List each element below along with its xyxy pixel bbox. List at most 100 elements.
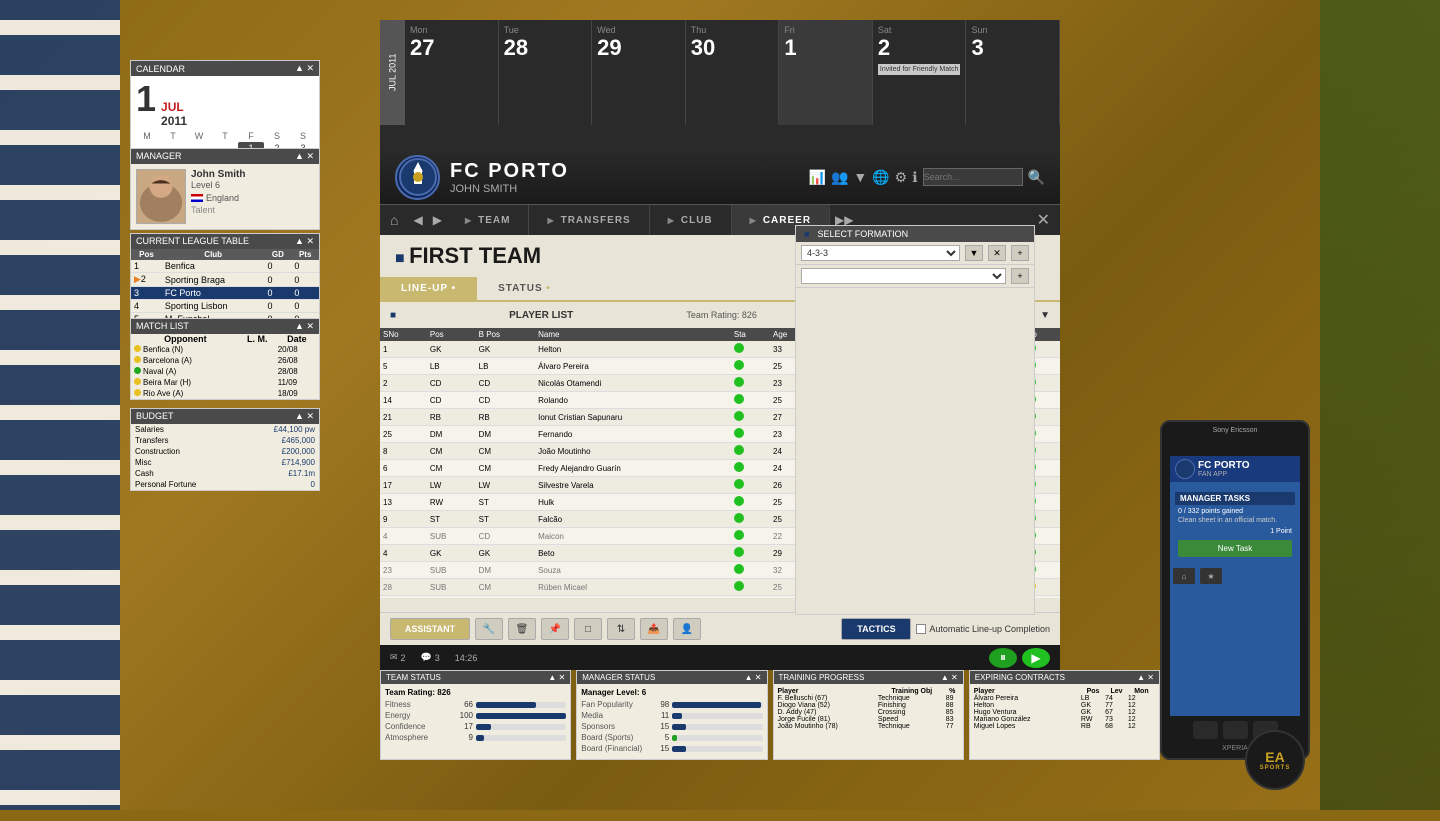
league-header: CURRENT LEAGUE TABLE ▲ ✕ [131,234,319,249]
league-table: PosClubGDPts 1Benfica00 ▶2Sporting Braga… [131,249,319,326]
formation-select: 4-3-3 ▼ ✕ + [796,242,1034,265]
search-icon[interactable]: 🔍 [1028,169,1045,186]
calendar-title: CALENDAR [136,64,185,74]
phone-screen: FC PORTO FAN APP MANAGER TASKS 0 / 332 p… [1170,456,1300,716]
month-label: JUL 2011 [380,20,405,125]
manager-info: John Smith Level 6 England Talent [191,169,314,224]
pause-button[interactable]: ⏸ [989,648,1017,668]
league-title: CURRENT LEAGUE TABLE [136,236,249,247]
phone-brand-top: Sony Ericsson [1162,422,1308,436]
media-row: Media 11 [581,711,762,720]
next-button[interactable]: ▶ [428,213,447,227]
settings-icon[interactable]: ⚙ [895,169,908,186]
fan-popularity-row: Fan Popularity 98 [581,700,762,709]
tab-transfers[interactable]: TRANSFERS [529,205,649,235]
table-row-porto: 3FC Porto00 [131,287,319,300]
calendar-controls: ▲ ✕ [295,63,314,74]
formation-btn-1[interactable]: ▼ [965,245,983,261]
phone-home-btn[interactable] [1223,721,1248,739]
tactics-button[interactable]: TACTICS [841,618,911,640]
phone-new-task-button[interactable]: New Task [1178,540,1292,557]
manager-status-panel: MANAGER STATUS ▲ ✕ Manager Level: 6 Fan … [576,670,767,760]
tab-club[interactable]: CLUB [650,205,732,235]
phone-nav-icons: ⌂ ★ [1170,565,1300,587]
club-name: FC PORTO [450,160,569,183]
squad-icon[interactable]: 👥 [831,169,848,186]
tab-team[interactable]: TEAM [447,205,530,235]
table-row: Misc£714,900 [131,457,319,468]
auto-lineup-checkbox[interactable]: Automatic Line-up Completion [916,624,1050,634]
checkbox[interactable] [916,624,926,634]
status-dot [134,345,141,352]
table-row: Transfers£465,000 [131,435,319,446]
team-status-header: TEAM STATUS ▲ ✕ [381,671,570,684]
info-icon[interactable]: ℹ [912,169,917,186]
mail-count: 2 [401,653,406,663]
club-search-input[interactable] [923,168,1023,186]
table-row: Miguel LopesRB6812 [974,723,1155,730]
trash-button[interactable]: 🗑 [508,618,536,640]
formation-dropdown[interactable]: 4-3-3 [801,245,960,261]
status-dot [134,356,141,363]
board-sports-bar [672,735,677,741]
mail-status: ✉ 2 [390,652,406,663]
pin-button[interactable]: 📌 [541,618,569,640]
table-row: Construction£200,000 [131,446,319,457]
formation-btn-3[interactable]: + [1011,245,1029,261]
week-day-wed: Wed 29 [592,20,686,125]
home-button[interactable]: ⌂ [380,212,408,228]
dropdown-arrow[interactable]: ▼ [1040,310,1050,321]
table-row: F. Belluschi (67)Technique89 [778,695,959,702]
calendar-day: 1 [136,81,156,117]
prev-button[interactable]: ◀ [408,213,427,227]
formation-btn-2[interactable]: ✕ [988,245,1006,261]
chart-icon[interactable]: 📊 [809,169,826,186]
calendar-year: 2011 [161,114,187,128]
week-day-tue: Tue 28 [499,20,593,125]
table-row: 4Sporting Lisbon00 [131,300,319,313]
phone-home-icon[interactable]: ⌂ [1173,568,1195,584]
tab-lineup[interactable]: LINE-UP [380,277,477,300]
export-button[interactable]: 📤 [640,618,668,640]
scarf-decoration [0,0,120,810]
training-panel: TRAINING PROGRESS ▲ ✕ PlayerTraining Obj… [773,670,964,760]
training-content: PlayerTraining Obj% F. Belluschi (67)Tec… [774,684,963,734]
confidence-bar [476,724,491,730]
bottom-panels: TEAM STATUS ▲ ✕ Team Rating: 826 Fitness… [380,670,1160,760]
league-widget: CURRENT LEAGUE TABLE ▲ ✕ PosClubGDPts 1B… [130,233,320,327]
table-row: Naval (A) 28/08 [131,366,319,377]
team-rating: Team Rating: 826 [686,310,757,320]
board-financial-bar [672,746,686,752]
status-dot [134,378,141,385]
play-button[interactable]: ▶ [1022,648,1050,668]
club-title: FC PORTO JOHN SMITH [450,160,569,195]
training-header: TRAINING PROGRESS ▲ ✕ [774,671,963,684]
wrench-button[interactable]: 🔧 [475,618,503,640]
filter-icon[interactable]: ▼ [853,169,867,185]
table-row: Beira Mar (H) 11/09 [131,377,319,388]
status-bar: ✉ 2 💬 3 14:26 ⏸ ▶ [380,645,1060,670]
club-crest [395,155,440,200]
sports-text: SPORTS [1260,765,1291,771]
assistant-button[interactable]: ASSISTANT [390,618,470,640]
board-financial-row: Board (Financial) 15 [581,744,762,753]
globe-icon[interactable]: 🌐 [872,169,889,186]
expiring-header: EXPIRING CONTRACTS ▲ ✕ [970,671,1159,684]
calendar-month-name: JUL [161,100,187,114]
atmosphere-bar [476,735,484,741]
formation-btn-4[interactable]: + [1011,268,1029,284]
swap-button[interactable]: ⇅ [607,618,635,640]
table-row: Álvaro PereiraLB7412 [974,695,1155,702]
person-button[interactable]: 👤 [673,618,701,640]
week-calendar: JUL 2011 Mon 27 Tue 28 Wed 29 Thu 30 Fri… [380,20,1060,150]
club-header: FC PORTO JOHN SMITH 📊 👥 ▼ 🌐 ⚙ ℹ 🔍 [380,150,1060,205]
time-value: 14:26 [455,653,478,663]
team-status-panel: TEAM STATUS ▲ ✕ Team Rating: 826 Fitness… [380,670,571,760]
phone-star-icon[interactable]: ★ [1200,568,1222,584]
tab-status[interactable]: STATUS [477,277,572,300]
square-button[interactable]: □ [574,618,602,640]
phone-back-btn[interactable] [1193,721,1218,739]
phone-app-header: FC PORTO FAN APP [1170,456,1300,482]
formation-dropdown-2[interactable] [801,268,1006,284]
table-row: Rio Ave (A) 18/09 [131,388,319,399]
